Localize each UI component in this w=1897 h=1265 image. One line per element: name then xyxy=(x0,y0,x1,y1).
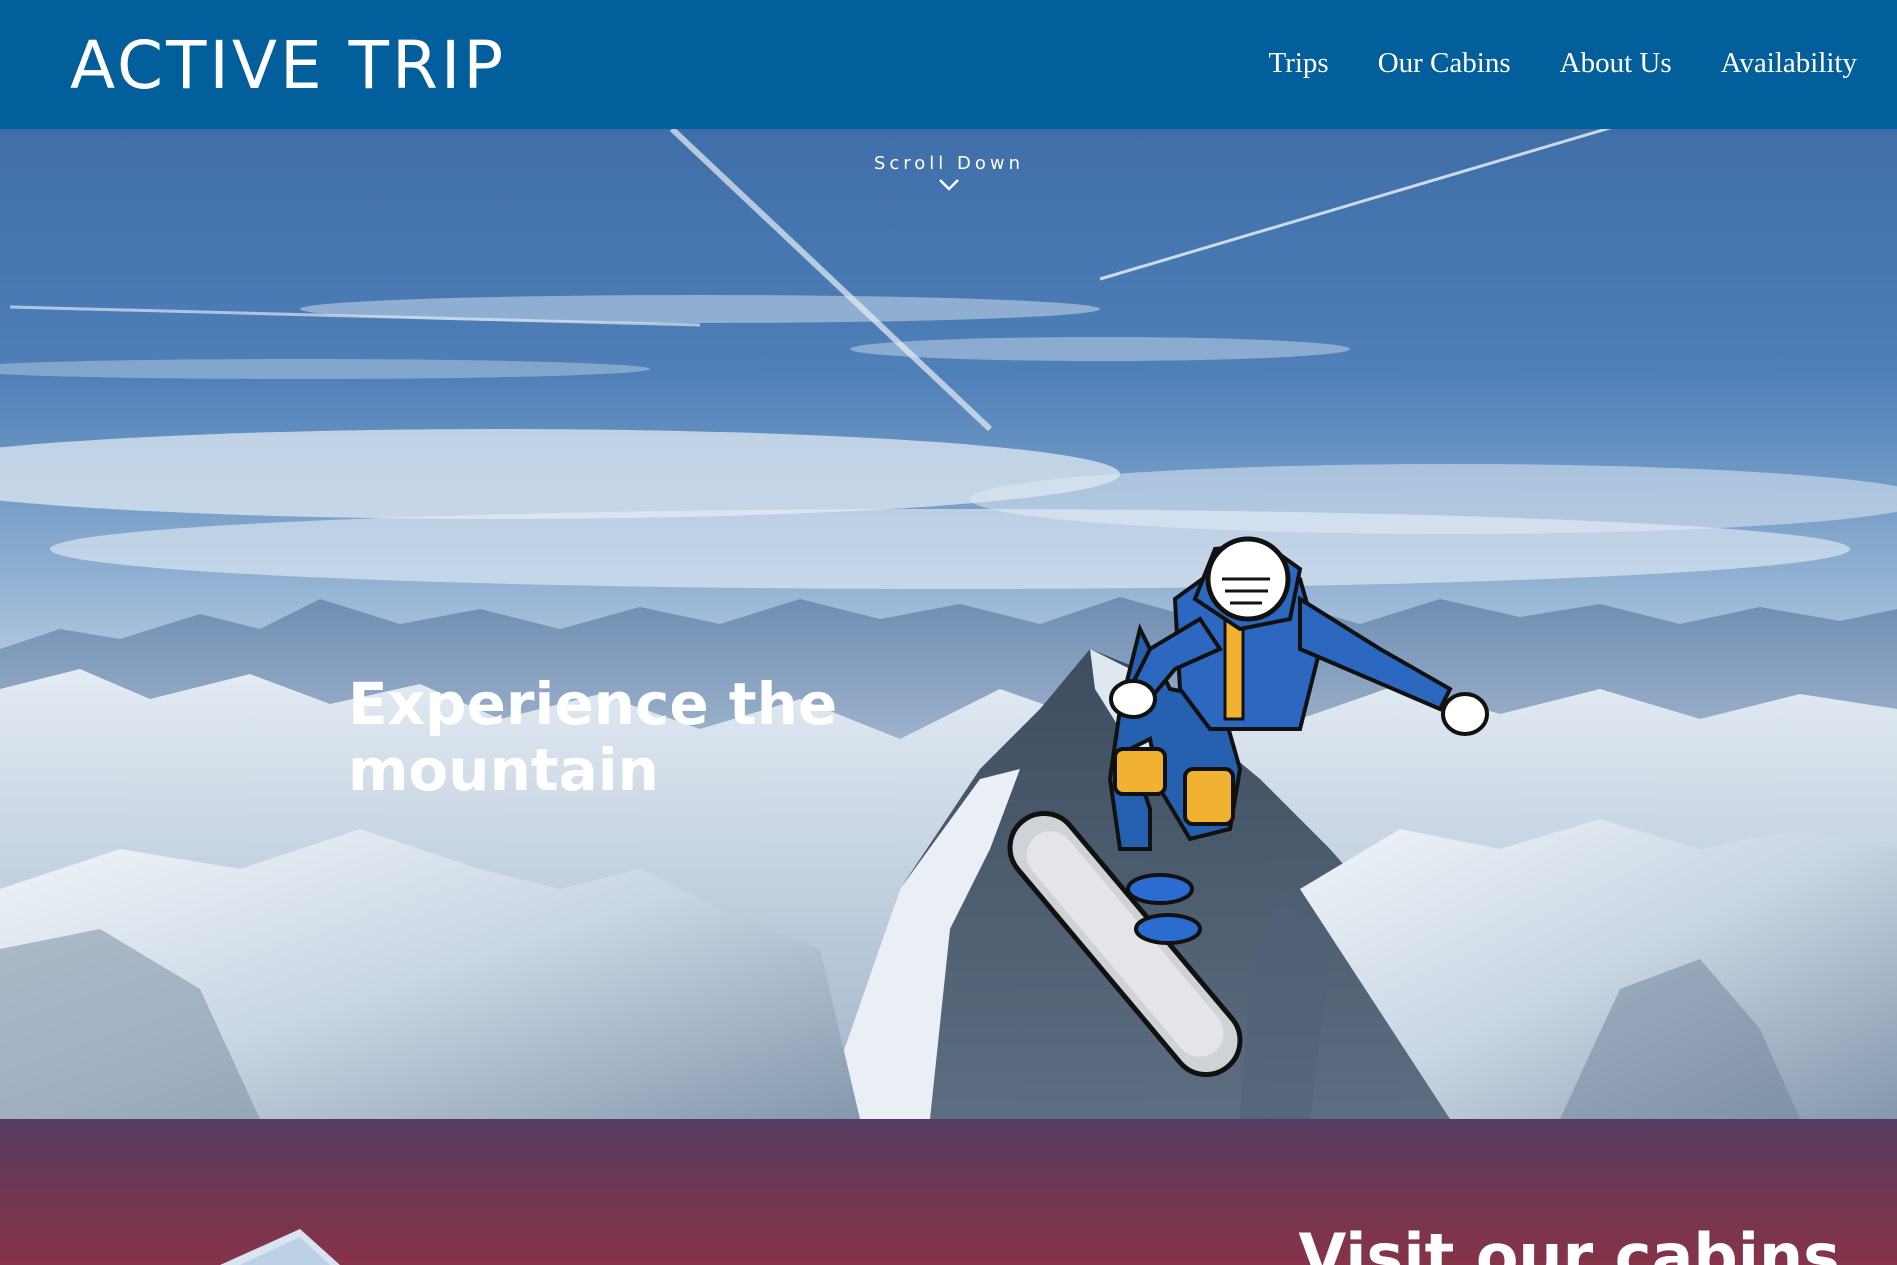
scroll-down-link[interactable]: Scroll Down xyxy=(849,152,1049,192)
scroll-down-label: Scroll Down xyxy=(873,153,1025,174)
cabins-decoration xyxy=(220,1229,340,1265)
nav-item-trips[interactable]: Trips xyxy=(1269,44,1329,82)
chevron-down-icon xyxy=(939,179,959,191)
nav-item-about-us[interactable]: About Us xyxy=(1560,44,1672,82)
cabins-section: Visit our cabins xyxy=(0,1119,1897,1265)
cabins-title: Visit our cabins xyxy=(1298,1220,1840,1265)
site-logo[interactable]: ACTIVE TRIP xyxy=(70,28,506,104)
main-nav: Trips Our Cabins About Us Availability xyxy=(1220,44,1858,82)
hero-background-image xyxy=(0,129,1897,1119)
hero-title: Experience the mountain xyxy=(348,669,838,804)
site-header: ACTIVE TRIP Trips Our Cabins About Us Av… xyxy=(0,0,1897,129)
hero-section: Scroll Down Experience the mountain xyxy=(0,129,1897,1119)
page: ACTIVE TRIP Trips Our Cabins About Us Av… xyxy=(0,0,1897,1265)
nav-item-availability[interactable]: Availability xyxy=(1721,44,1857,82)
nav-item-our-cabins[interactable]: Our Cabins xyxy=(1378,44,1511,82)
